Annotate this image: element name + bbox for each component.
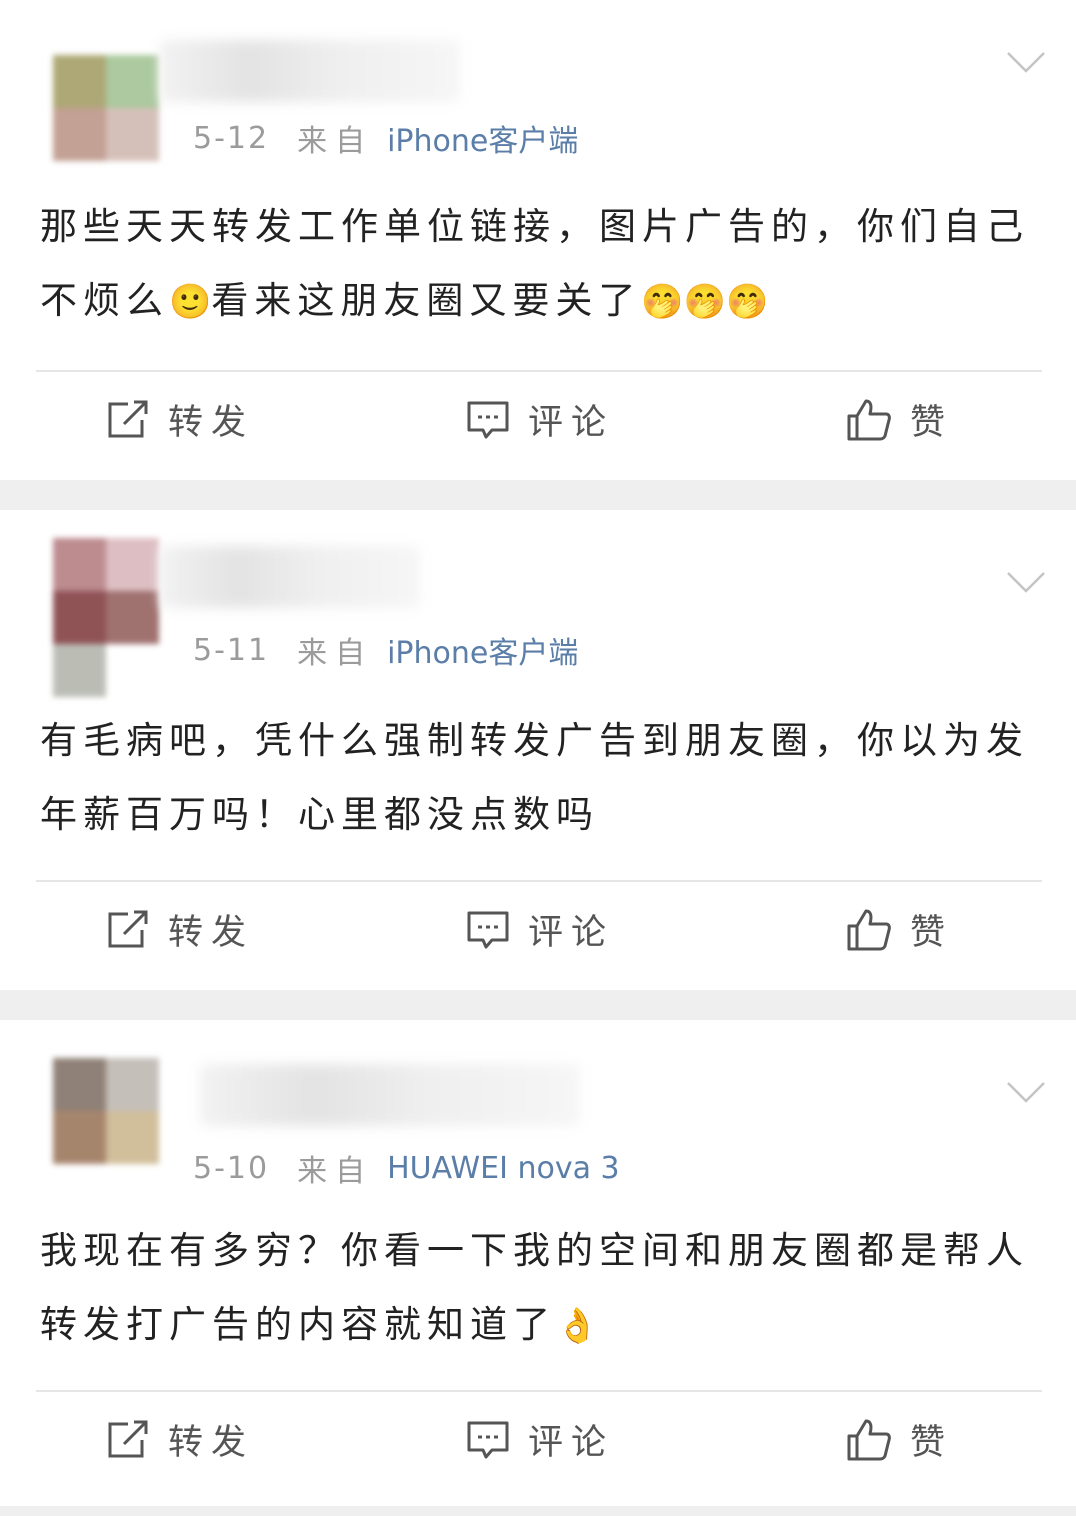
post-meta: 5-11 来自 iPhone客户端 [193,628,578,672]
avatar-pixel [53,644,106,697]
comment-icon [467,1421,509,1458]
source-prefix: 来自 [297,1154,374,1189]
device-link[interactable]: iPhone客户端 [387,116,578,160]
post-date: 5-10 [193,1150,270,1186]
avatar-pixel [106,591,159,644]
comment-label: 评论 [528,403,615,443]
thumbs-up-icon [847,399,891,440]
action-bar: 转发 评论 赞 [0,372,1076,472]
device-link[interactable]: iPhone客户端 [387,628,578,672]
smile-emoji: 🙂 [169,282,212,322]
source-prefix: 来自 [297,124,374,159]
post-card: 5-12 来自 iPhone客户端 那些天天转发工作单位链接，图片广告的，你们自… [0,0,1076,480]
avatar-pixel [106,55,159,108]
comment-icon [467,401,509,438]
avatar[interactable] [26,1048,160,1182]
thumbs-up-icon [847,909,891,950]
comment-label: 评论 [528,1423,615,1463]
username-redacted[interactable] [160,546,420,608]
action-bar: 转发 评论 赞 [0,882,1076,982]
device-link[interactable]: HUAWEI nova 3 [387,1151,620,1186]
chevron-down-icon[interactable] [1006,1080,1046,1104]
repost-label: 转发 [168,913,255,953]
post-meta: 5-10 来自 HUAWEI nova 3 [193,1146,620,1190]
comment-button[interactable]: 评论 [466,394,614,445]
comment-button[interactable]: 评论 [466,904,614,955]
comment-icon [467,911,509,948]
repost-icon [108,1420,148,1457]
username-redacted[interactable] [200,1064,580,1126]
post-date: 5-12 [193,120,270,156]
repost-icon [108,400,148,437]
username-redacted[interactable] [160,40,460,102]
avatar-pixel [53,55,106,108]
like-button[interactable]: 赞 [846,904,953,955]
cover-mouth-emoji: 🤭🤭🤭 [641,282,769,322]
avatar-pixel [53,538,106,591]
avatar[interactable] [26,538,160,697]
post-card: 5-11 来自 iPhone客户端 有毛病吧，凭什么强制转发广告到朋友圈，你以为… [0,510,1076,990]
comment-button[interactable]: 评论 [466,1414,614,1465]
avatar-pixel [53,1058,106,1111]
post-text: 有毛病吧，凭什么强制转发广告到朋友圈，你以为发年薪百万吗！心里都没点数吗 [40,704,1040,852]
chevron-down-icon[interactable] [1006,50,1046,74]
post-text: 那些天天转发工作单位链接，图片广告的，你们自己不烦么🙂看来这朋友圈又要关了🤭🤭🤭 [40,190,1040,339]
avatar-pixel [106,108,159,161]
repost-label: 转发 [168,403,255,443]
chevron-down-icon[interactable] [1006,570,1046,594]
post-meta: 5-12 来自 iPhone客户端 [193,116,578,160]
thumbs-up-icon [847,1419,891,1460]
post-date: 5-11 [193,632,270,668]
like-label: 赞 [910,1423,954,1463]
repost-button[interactable]: 转发 [106,394,254,445]
like-button[interactable]: 赞 [846,394,953,445]
avatar-pixel [53,591,106,644]
comment-label: 评论 [528,913,615,953]
repost-button[interactable]: 转发 [106,1414,254,1465]
source-prefix: 来自 [297,636,374,671]
avatar-pixel [106,538,159,591]
avatar-pixel [53,1111,106,1164]
avatar-pixel [106,1111,159,1164]
post-text-part: 我现在有多穷？你看一下我的空间和朋友圈都是帮人转发打广告的内容就知道了 [40,1229,1029,1346]
action-bar: 转发 评论 赞 [0,1392,1076,1492]
repost-button[interactable]: 转发 [106,904,254,955]
avatar[interactable] [26,28,160,162]
repost-label: 转发 [168,1423,255,1463]
post-text: 我现在有多穷？你看一下我的空间和朋友圈都是帮人转发打广告的内容就知道了👌 [40,1214,1040,1363]
avatar-pixel [53,108,106,161]
like-label: 赞 [910,403,954,443]
ok-hand-emoji: 👌 [556,1306,599,1346]
post-card: 5-10 来自 HUAWEI nova 3 我现在有多穷？你看一下我的空间和朋友… [0,1020,1076,1506]
like-button[interactable]: 赞 [846,1414,953,1465]
post-text-part: 有毛病吧，凭什么强制转发广告到朋友圈，你以为发年薪百万吗！心里都没点数吗 [40,719,1029,836]
repost-icon [108,910,148,947]
avatar-pixel [106,1058,159,1111]
like-label: 赞 [910,913,954,953]
post-text-part: 看来这朋友圈又要关了 [211,279,642,322]
